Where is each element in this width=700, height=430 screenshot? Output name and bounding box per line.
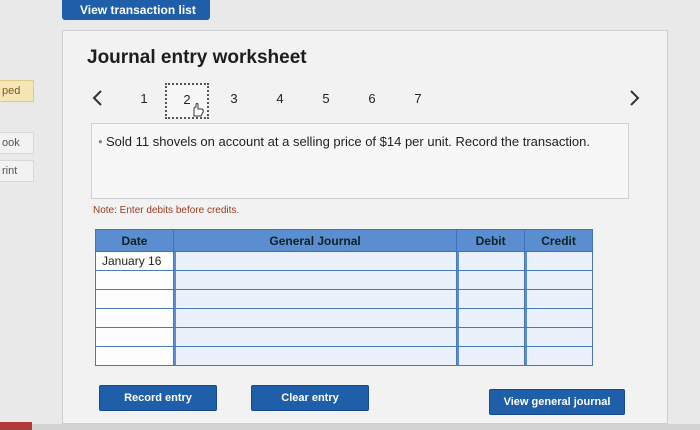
general-journal-cell[interactable] [172, 308, 458, 328]
debit-cell[interactable] [456, 327, 526, 347]
worksheet-pager: 1 2 3 4 5 6 7 [91, 83, 651, 119]
debit-credit-note: Note: Enter debits before credits. [93, 205, 240, 216]
side-tab-rint[interactable]: rint [0, 160, 34, 182]
date-cell[interactable] [95, 289, 174, 309]
table-row [95, 270, 593, 290]
record-entry-button[interactable]: Record entry [99, 385, 217, 411]
general-journal-cell[interactable] [172, 327, 458, 347]
credit-cell[interactable] [524, 270, 593, 290]
side-tab-ped[interactable]: ped [0, 80, 34, 102]
side-tab-ook[interactable]: ook [0, 132, 34, 154]
debit-cell[interactable] [456, 251, 526, 271]
page-6[interactable]: 6 [363, 91, 381, 106]
page-5[interactable]: 5 [317, 91, 335, 106]
view-transaction-list-button[interactable]: View transaction list [62, 0, 210, 20]
bullet-icon: ● [98, 137, 103, 146]
chevron-right-icon[interactable] [629, 89, 641, 111]
date-cell[interactable] [95, 346, 174, 366]
page-2-current[interactable]: 2 [165, 83, 209, 119]
journal-entry-worksheet: Journal entry worksheet 1 2 3 4 5 6 7 ● … [62, 30, 668, 424]
general-journal-cell[interactable] [172, 346, 458, 366]
table-row: January 16 [95, 251, 593, 271]
page-1[interactable]: 1 [135, 91, 153, 106]
debit-cell[interactable] [456, 308, 526, 328]
prompt-text: Sold 11 shovels on account at a selling … [106, 134, 590, 149]
page-4[interactable]: 4 [271, 91, 289, 106]
table-header-row: Date General Journal Debit Credit [95, 229, 593, 252]
general-journal-cell[interactable] [172, 289, 458, 309]
red-tab-marker [0, 422, 32, 430]
page-7[interactable]: 7 [409, 91, 427, 106]
table-row [95, 308, 593, 328]
credit-cell[interactable] [524, 308, 593, 328]
hand-cursor-icon [189, 103, 205, 120]
general-journal-cell[interactable] [172, 251, 458, 271]
date-cell[interactable] [95, 327, 174, 347]
header-credit: Credit [524, 229, 593, 252]
header-debit: Debit [456, 229, 526, 252]
credit-cell[interactable] [524, 289, 593, 309]
header-general-journal: General Journal [172, 229, 458, 252]
journal-table: Date General Journal Debit Credit Januar… [95, 229, 593, 366]
header-date: Date [95, 229, 174, 252]
credit-cell[interactable] [524, 251, 593, 271]
debit-cell[interactable] [456, 270, 526, 290]
worksheet-title: Journal entry worksheet [87, 47, 307, 68]
credit-cell[interactable] [524, 346, 593, 366]
view-general-journal-button[interactable]: View general journal [489, 389, 625, 415]
debit-cell[interactable] [456, 346, 526, 366]
date-cell[interactable]: January 16 [95, 251, 174, 271]
table-row [95, 289, 593, 309]
general-journal-cell[interactable] [172, 270, 458, 290]
bottom-strip [0, 424, 700, 430]
debit-cell[interactable] [456, 289, 526, 309]
transaction-prompt: ● Sold 11 shovels on account at a sellin… [91, 123, 629, 199]
credit-cell[interactable] [524, 327, 593, 347]
table-row [95, 327, 593, 347]
page-3[interactable]: 3 [225, 91, 243, 106]
date-cell[interactable] [95, 308, 174, 328]
clear-entry-button[interactable]: Clear entry [251, 385, 369, 411]
table-row [95, 346, 593, 366]
chevron-left-icon[interactable] [91, 89, 103, 111]
date-cell[interactable] [95, 270, 174, 290]
